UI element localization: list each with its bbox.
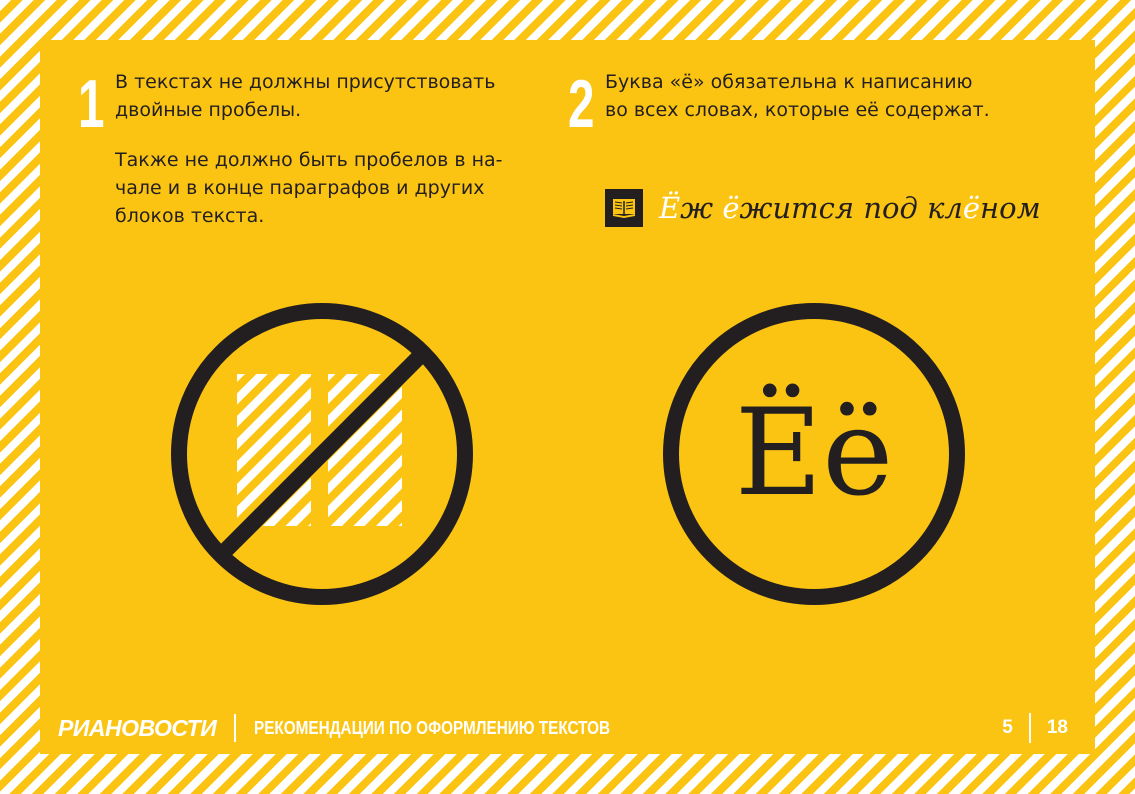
yo-example-segment: жится под кл: [739, 191, 963, 225]
section-1-paragraph: Также не должно быть пробелов в на- чале…: [115, 146, 555, 230]
yo-letter-highlight: Ё: [659, 191, 681, 225]
pagination: 5 18: [1002, 713, 1068, 743]
section-1-heading-line2: двойные пробелы.: [115, 99, 302, 121]
footer-divider: [234, 714, 237, 742]
yo-example: Ёж ёжится под клёном: [605, 188, 1041, 228]
section-2-heading-line1: Буква «ё» обязательна к написанию: [605, 71, 973, 93]
no-double-space-icon: [171, 303, 473, 605]
yo-letter-highlight: ё: [962, 191, 981, 225]
open-book-icon: [605, 189, 643, 227]
yo-letter-highlight: ё: [722, 191, 740, 225]
page-panel: 1 В текстах не должны присутствовать дво…: [40, 40, 1095, 754]
yo-example-text: Ёж ёжится под клёном: [659, 191, 1041, 225]
space-block-right: [328, 374, 402, 526]
yo-example-segment: ном: [980, 191, 1041, 225]
section-1-heading-line1: В текстах не должны присутствовать: [115, 71, 496, 93]
section-1-paragraph-line1: Также не должно быть пробелов в на-: [115, 149, 503, 171]
section-1-paragraph-line3: блоков текста.: [115, 205, 265, 227]
section-2-number: 2: [568, 66, 595, 142]
pager-divider: [1028, 713, 1031, 743]
footer: РИАНОВОСТИ РЕКОМЕНДАЦИИ ПО ОФОРМЛЕНИЮ ТЕ…: [58, 708, 1078, 748]
page-total: 18: [1046, 717, 1068, 738]
brand-logo: РИАНОВОСТИ: [58, 714, 217, 741]
section-2-heading-line2: во всех словах, которые её содержат.: [605, 99, 990, 121]
section-1-number: 1: [78, 66, 105, 142]
section-2-heading: Буква «ё» обязательна к написанию во все…: [605, 68, 1075, 124]
page-current: 5: [1002, 717, 1013, 738]
yo-example-segment: ж: [680, 191, 723, 225]
section-1-paragraph-line2: чале и в конце параграфов и других: [115, 177, 485, 199]
section-1-heading: В текстах не должны присутствовать двойн…: [115, 68, 555, 124]
yo-big-letters: Ёё: [734, 384, 894, 523]
document-title: РЕКОМЕНДАЦИИ ПО ОФОРМЛЕНИЮ ТЕКСТОВ: [254, 717, 611, 738]
